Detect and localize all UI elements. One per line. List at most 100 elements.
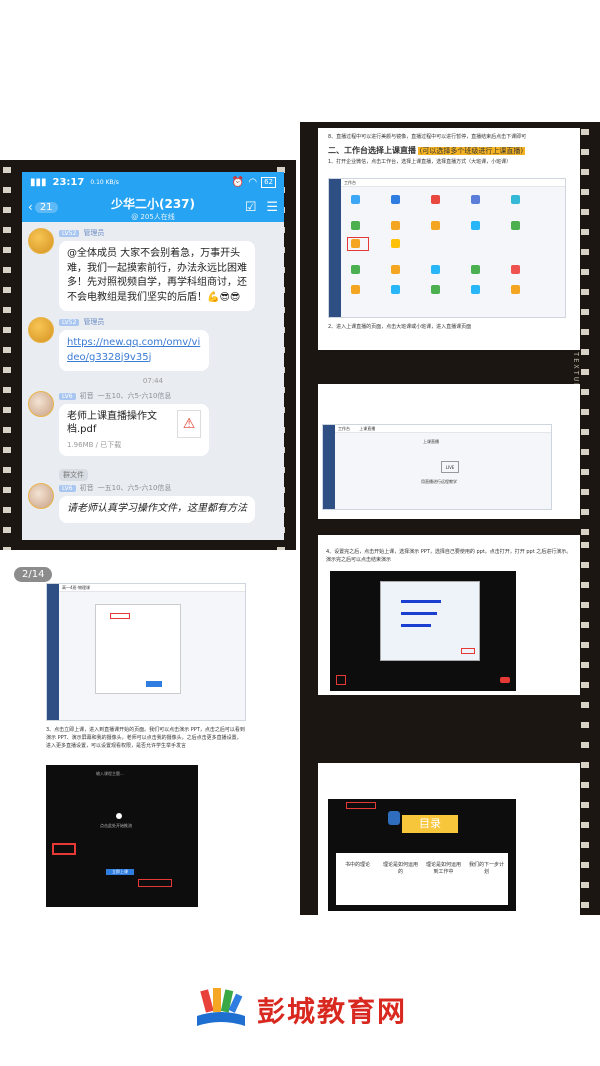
app-tile[interactable] bbox=[351, 195, 360, 204]
toc-title: 目录 bbox=[402, 815, 458, 833]
film-perforation-right bbox=[581, 122, 597, 542]
toc-items: 书中的理论 理论是如何运用的 理论是如何运用到工作中 我们的下一步计划 bbox=[336, 853, 508, 905]
avatar[interactable] bbox=[28, 317, 54, 343]
app-sidebar bbox=[47, 584, 59, 720]
signal-icon: ▮▮▮ bbox=[30, 176, 47, 188]
app-tile[interactable] bbox=[391, 195, 400, 204]
level-badge: LV6 bbox=[59, 484, 76, 492]
film-perforation-left bbox=[3, 160, 19, 550]
app-tile[interactable] bbox=[431, 195, 440, 204]
file-name: 老师上课直播操作文档.pdf bbox=[67, 411, 157, 435]
app-tile[interactable] bbox=[471, 221, 480, 230]
redacted-mark bbox=[401, 624, 431, 627]
app-tile[interactable] bbox=[431, 265, 440, 274]
present-ppt-button[interactable] bbox=[336, 675, 346, 685]
sender-meta: 一五10、六5-六10信息 bbox=[97, 484, 172, 492]
app-tile[interactable] bbox=[351, 221, 360, 230]
window-title-bar: 工作台 上课直播 bbox=[335, 425, 551, 433]
open-button[interactable] bbox=[461, 648, 475, 654]
wifi-icon: ◠ bbox=[248, 176, 258, 188]
live-button[interactable]: LIVE bbox=[441, 461, 459, 473]
time-divider: 07:44 bbox=[142, 377, 164, 385]
message-bubble[interactable]: @全体成员 大家不会别着急，万事开头难，我们一起摸索前行，办法永远比困难多！先对… bbox=[59, 241, 255, 311]
app-tile[interactable] bbox=[351, 285, 360, 294]
message-item: LV52 管理员 https://new.qq.com/omv/video/g33… bbox=[28, 317, 278, 371]
film-frame-chat: ▮▮▮ 23:17 0.10 KB/s ⏰ ◠ 62 ‹ 21 少华二小(237… bbox=[0, 160, 296, 550]
more-settings-highlight[interactable] bbox=[138, 879, 172, 887]
ppt-toc-screenshot: 目录 书中的理论 理论是如何运用的 理论是如何运用到工作中 我们的下一步计划 bbox=[328, 799, 516, 911]
file-card[interactable]: 老师上课直播操作文档.pdf 1.96MB / 已下载 ⚠ bbox=[59, 404, 209, 456]
app-tile[interactable] bbox=[391, 285, 400, 294]
doc-page-2: 工作台 上课直播 上课直播 LIVE 用直播进行远程教学 bbox=[318, 384, 580, 519]
book-logo-icon bbox=[193, 986, 249, 1034]
message-item: LV52 管理员 @全体成员 大家不会别着急，万事开头难，我们一起摸索前行，办法永… bbox=[28, 228, 278, 311]
confirm-button[interactable] bbox=[146, 681, 162, 687]
app-sidebar bbox=[323, 425, 335, 509]
settings-dialog bbox=[95, 604, 181, 694]
avatar[interactable] bbox=[28, 391, 54, 417]
step-2-text: 2、进入上课直播的页面，点击大班课或小班课，进入直播课页面 bbox=[328, 324, 472, 330]
message-item: LV6 初音 一五10、六5-六10信息 请老师认真学习操作文件，这里都有方法 bbox=[28, 483, 278, 523]
avatar[interactable] bbox=[28, 483, 54, 509]
redacted-mark bbox=[401, 600, 441, 603]
app-tile[interactable] bbox=[391, 221, 400, 230]
message-item: LV6 初音 一五10、六5-六10信息 老师上课直播操作文档.pdf 1.96MB… bbox=[28, 391, 278, 456]
app-tile[interactable] bbox=[471, 265, 480, 274]
role-badge: 管理员 bbox=[83, 318, 105, 326]
app-sidebar bbox=[329, 179, 341, 317]
start-class-button[interactable]: 立即上课 bbox=[106, 869, 134, 875]
sender-name: 初音 bbox=[79, 484, 94, 492]
window-title: 高一4班-物理课 bbox=[59, 584, 245, 592]
live-class-tile[interactable] bbox=[351, 239, 360, 248]
app-tile[interactable] bbox=[431, 285, 440, 294]
app-tile[interactable] bbox=[511, 265, 520, 274]
live-stream-screenshot: 输入课程主题... 点击此处开始推流 立即上课 bbox=[46, 765, 198, 907]
toc-item: 理论是如何运用的 bbox=[382, 862, 418, 875]
group-file-chip[interactable]: 群文件 bbox=[59, 469, 88, 481]
section-heading-highlight: (可以选择多个班级进行上课直播) bbox=[417, 146, 526, 155]
app-tile[interactable] bbox=[511, 221, 520, 230]
film-frame-doc-bottom: TEXTURE FILM TEXTURE FILM 4、设置完之后，点击开始上课… bbox=[300, 535, 600, 915]
video-link[interactable]: https://new.qq.com/omv/video/g3328j9v35j bbox=[59, 330, 209, 371]
doc-page-4: 目录 书中的理论 理论是如何运用的 理论是如何运用到工作中 我们的下一步计划 bbox=[318, 763, 580, 915]
end-class-button[interactable] bbox=[500, 677, 510, 683]
app-tile[interactable] bbox=[511, 195, 520, 204]
app-tile[interactable] bbox=[391, 265, 400, 274]
checkin-icon[interactable]: ☑ bbox=[245, 200, 257, 215]
stream-dot-icon bbox=[116, 813, 122, 819]
site-name[interactable]: 彭城教育网 bbox=[257, 990, 407, 1030]
net-speed: 0.10 KB/s bbox=[90, 178, 119, 186]
phone-screen: ▮▮▮ 23:17 0.10 KB/s ⏰ ◠ 62 ‹ 21 少华二小(237… bbox=[22, 172, 284, 540]
section-heading: 二、工作台选择上课直播 bbox=[328, 145, 416, 155]
window-title: 工作台 bbox=[341, 179, 565, 187]
battery-level: 62 bbox=[261, 176, 276, 188]
class-settings-window: 高一4班-物理课 bbox=[46, 583, 246, 721]
doc-page-5: 高一4班-物理课 3、点击立即上课，进入到直播课开始的页面。我们可以点击演示 P… bbox=[10, 563, 280, 951]
film-perforation-right bbox=[581, 535, 597, 915]
page-counter: 2/14 bbox=[14, 567, 53, 582]
message-bubble[interactable]: 请老师认真学习操作文件，这里都有方法 bbox=[59, 496, 255, 523]
topic-field-highlight[interactable] bbox=[110, 613, 130, 619]
redacted-mark bbox=[401, 612, 437, 615]
ppt-dialog-screenshot bbox=[330, 571, 516, 691]
app-tile[interactable] bbox=[471, 285, 480, 294]
app-tile[interactable] bbox=[511, 285, 520, 294]
avatar[interactable] bbox=[28, 228, 54, 254]
workbench-window: 工作台 bbox=[328, 178, 566, 318]
menu-icon[interactable]: ☰ bbox=[266, 200, 278, 215]
file-picker-dialog bbox=[380, 581, 480, 661]
chat-title-bar: ‹ 21 少华二小(237) @ 205人在线 ☑ ☰ bbox=[22, 192, 284, 222]
app-tile[interactable] bbox=[471, 195, 480, 204]
present-toolbar-highlight[interactable] bbox=[346, 802, 376, 809]
app-tile[interactable] bbox=[391, 239, 400, 248]
step-4-text: 4、设置完之后，点击开始上课，选择演示 PPT，选择自己要使用的 ppt。点击打… bbox=[326, 549, 572, 563]
app-tile[interactable] bbox=[351, 265, 360, 274]
step-3-text: 3、点击立即上课，进入到直播课开始的页面。我们可以点击演示 PPT，点击之后可以… bbox=[46, 727, 245, 749]
present-menu-highlight[interactable] bbox=[52, 843, 76, 855]
window-tab[interactable]: 上课直播 bbox=[359, 426, 375, 431]
status-bar: ▮▮▮ 23:17 0.10 KB/s ⏰ ◠ 62 bbox=[22, 172, 284, 192]
app-tile[interactable] bbox=[431, 221, 440, 230]
film-frame-live-steps: 2/14 高一4班-物理课 3、点击立即上课，进入到直播课开始的页面。我们可以点… bbox=[0, 555, 300, 955]
live-topic-input[interactable]: 输入课程主题... bbox=[96, 771, 124, 777]
site-footer: 彭城教育网 bbox=[0, 975, 600, 1045]
